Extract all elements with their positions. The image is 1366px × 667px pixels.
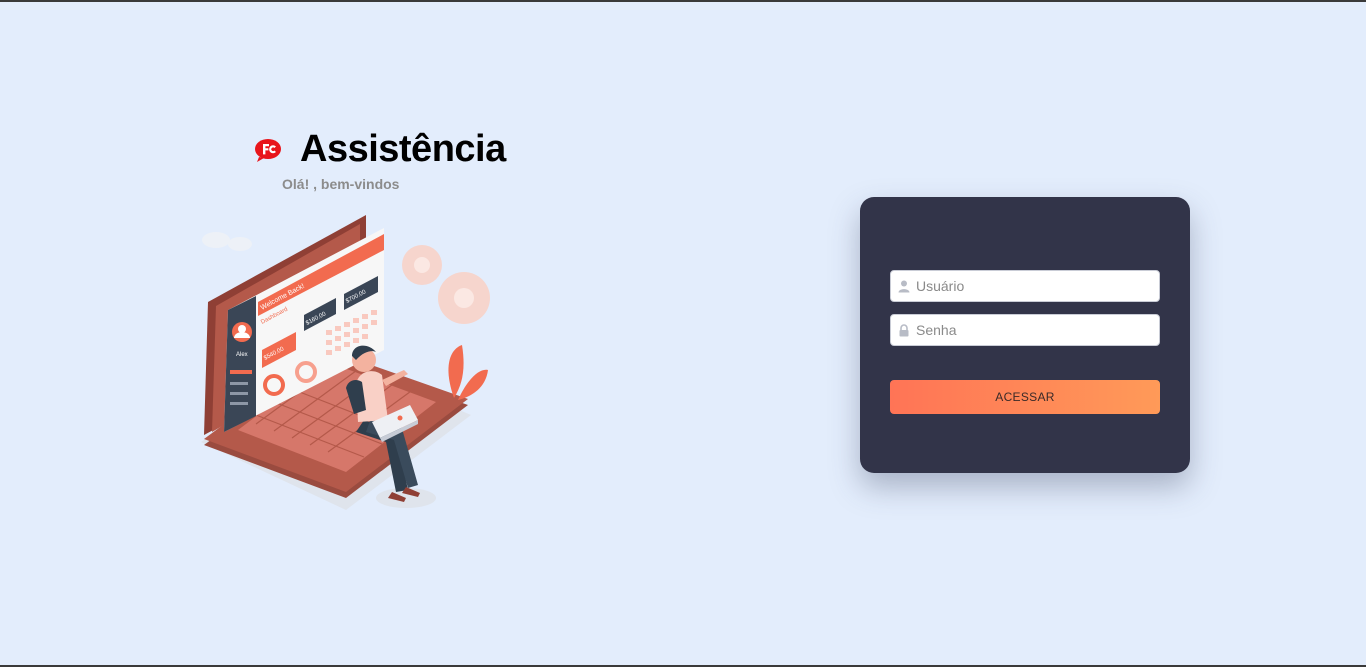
password-field-wrapper [890, 314, 1160, 346]
cloud-icon [202, 232, 252, 251]
username-field-wrapper [890, 270, 1160, 302]
login-card: ACESSAR [860, 197, 1190, 473]
laptop-dashboard-illustration: Alex Welcome Back! Dashboard $540.00 $16… [201, 215, 490, 510]
fc-logo-icon [255, 138, 281, 162]
sidebar-user-name: Alex [236, 352, 248, 358]
access-button[interactable]: ACESSAR [890, 380, 1160, 414]
welcome-subtitle: Olá! , bem-vindos [282, 176, 400, 192]
user-icon [897, 279, 911, 293]
brand-header: Assistência [254, 128, 506, 171]
username-input[interactable] [916, 273, 1146, 299]
app-title: Assistência [300, 128, 506, 170]
password-input[interactable] [916, 317, 1146, 343]
gear-icon [402, 245, 490, 324]
dashboard-sidebar [224, 296, 256, 432]
lock-icon [897, 323, 911, 337]
plant-icon [448, 345, 488, 400]
